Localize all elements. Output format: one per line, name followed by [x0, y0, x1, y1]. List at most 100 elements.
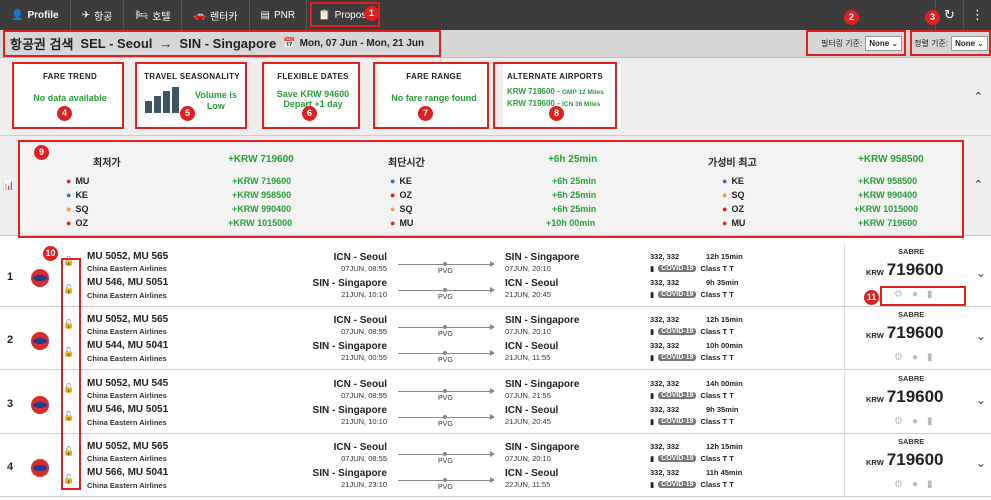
- fare-price[interactable]: KRW 719600: [866, 450, 944, 470]
- nav-hotels[interactable]: 🛏 호텔: [124, 0, 183, 30]
- settings-icon[interactable]: ⚙: [894, 416, 903, 427]
- covid-icon: ▮: [650, 454, 655, 463]
- sort-control: 정렬 기준: None ⌄: [911, 31, 991, 57]
- lock-icon[interactable]: 🔓: [63, 474, 74, 485]
- annotation-badge: 6: [302, 106, 317, 121]
- annotation-badge: 8: [549, 106, 564, 121]
- airline-logo-icon: ●: [66, 190, 72, 200]
- outbound-airline: China Eastern Airlines: [87, 391, 167, 400]
- expand-row-icon[interactable]: ⌄: [976, 266, 986, 280]
- result-row[interactable]: 2 🔓 🔓 MU 5052, MU 565 China Eastern Airl…: [0, 307, 991, 370]
- cmp-col2-row[interactable]: ● KE: [390, 176, 412, 186]
- collapse-insights-icon[interactable]: ⌃: [974, 90, 983, 103]
- outbound-route-line: [398, 324, 495, 330]
- bookmark-icon[interactable]: ▮: [927, 352, 933, 363]
- outbound-equipment: 332, 332 12h 15min: [650, 252, 743, 261]
- outbound-arrival-time: 07JUN, 21:55: [505, 391, 551, 400]
- gds-source: SABRE: [898, 247, 925, 256]
- fare-range-card[interactable]: FARE RANGE No fare range found: [379, 63, 489, 130]
- circle-icon[interactable]: ●: [912, 289, 918, 300]
- bookmark-icon[interactable]: ▮: [927, 416, 933, 427]
- outbound-equipment: 332, 332 12h 15min: [650, 442, 743, 451]
- result-row[interactable]: 3 🔓 🔓 MU 5052, MU 545 China Eastern Airl…: [0, 371, 991, 434]
- china-eastern-logo-icon: [31, 269, 49, 287]
- outbound-airline: China Eastern Airlines: [87, 327, 167, 336]
- expand-row-icon[interactable]: ⌄: [976, 329, 986, 343]
- outbound-departure-time: 07JUN, 08:55: [341, 264, 387, 273]
- expand-row-icon[interactable]: ⌄: [976, 393, 986, 407]
- inbound-equipment: 332, 332 10h 00min: [650, 341, 743, 350]
- china-eastern-logo-icon: [31, 396, 49, 414]
- inbound-arrival-time: 21JUN, 20:45: [505, 417, 551, 426]
- cmp-col3-row[interactable]: ● SQ: [722, 190, 744, 200]
- inbound-departure: SIN - Singapore: [312, 468, 387, 479]
- inbound-arrival-time: 21JUN, 11:55: [505, 353, 551, 362]
- cmp-col1-row[interactable]: ● SQ: [66, 204, 88, 214]
- more-icon[interactable]: ⋮: [963, 0, 991, 30]
- sort-select[interactable]: None ⌄: [951, 36, 988, 51]
- outbound-arrival-time: 07JUN, 20:10: [505, 264, 551, 273]
- outbound-arrival-time: 07JUN, 20:10: [505, 327, 551, 336]
- inbound-route-line: [398, 477, 495, 483]
- inbound-arrival: ICN - Seoul: [505, 341, 559, 352]
- cmp-col3-row[interactable]: ● KE: [722, 176, 744, 186]
- fare-price[interactable]: KRW 719600: [866, 323, 944, 343]
- cmp-col3-row[interactable]: ● MU: [722, 218, 745, 228]
- airline-logo-icon: ●: [722, 204, 728, 214]
- circle-icon[interactable]: ●: [912, 479, 918, 490]
- collapse-comparison-icon[interactable]: ⌃: [974, 178, 983, 191]
- cmp-col1-row[interactable]: ● OZ: [66, 218, 88, 228]
- outbound-arrival: SIN - Singapore: [505, 252, 580, 263]
- annotation-badge: 10: [43, 246, 58, 261]
- lock-icon[interactable]: 🔓: [63, 319, 74, 330]
- bookmark-icon[interactable]: ▮: [927, 479, 933, 490]
- cmp-col3-row[interactable]: ● OZ: [722, 204, 744, 214]
- outbound-departure-time: 07JUN, 08:55: [341, 454, 387, 463]
- expand-row-icon[interactable]: ⌄: [976, 456, 986, 470]
- outbound-arrival: SIN - Singapore: [505, 315, 580, 326]
- cmp-col1-row[interactable]: ● KE: [66, 190, 88, 200]
- circle-icon[interactable]: ●: [912, 352, 918, 363]
- chart-icon[interactable]: 📊: [3, 180, 14, 191]
- card-icon: ▤: [260, 9, 270, 21]
- result-row[interactable]: 4 🔓 🔓 MU 5052, MU 565 China Eastern Airl…: [0, 434, 991, 497]
- calendar-icon: 📅: [283, 38, 296, 49]
- settings-icon[interactable]: ⚙: [894, 352, 903, 363]
- cmp-col2-row[interactable]: ● OZ: [390, 190, 412, 200]
- cmp-col1-row[interactable]: ● MU: [66, 176, 89, 186]
- fare-price[interactable]: KRW 719600: [866, 387, 944, 407]
- covid-icon: ▮: [650, 264, 655, 273]
- lock-icon[interactable]: 🔓: [63, 411, 74, 422]
- fare-trend-card[interactable]: FARE TREND No data available: [15, 63, 125, 130]
- lock-icon[interactable]: 🔓: [63, 446, 74, 457]
- cmp-col2-row[interactable]: ● SQ: [390, 204, 412, 214]
- lock-icon[interactable]: 🔓: [63, 256, 74, 267]
- circle-icon[interactable]: ●: [912, 416, 918, 427]
- airline-logo-icon: ●: [66, 218, 72, 228]
- settings-icon[interactable]: ⚙: [894, 479, 903, 490]
- lock-icon[interactable]: 🔓: [63, 347, 74, 358]
- annotation-badge: 4: [57, 106, 72, 121]
- lock-icon[interactable]: 🔓: [63, 284, 74, 295]
- outbound-class: ▮ COVID-19 Class T T: [650, 327, 734, 336]
- nav-flights[interactable]: ✈ 항공: [71, 0, 125, 30]
- nav-profile[interactable]: 👤 Profile: [0, 0, 71, 30]
- row-number: 3: [7, 398, 14, 410]
- inbound-airline: China Eastern Airlines: [87, 354, 167, 363]
- annotation-badge: 2: [844, 10, 859, 25]
- nav-rentacar[interactable]: 🚗 렌터카: [182, 0, 250, 30]
- nav-pnr[interactable]: ▤ PNR: [250, 0, 308, 30]
- inbound-class: ▮ COVID-19 Class T T: [650, 417, 734, 426]
- settings-icon[interactable]: ⚙: [894, 289, 903, 300]
- outbound-route-line: [398, 451, 495, 457]
- filter-select[interactable]: None ⌄: [865, 36, 903, 51]
- gds-source: SABRE: [898, 437, 925, 446]
- bookmark-icon[interactable]: ▮: [927, 289, 933, 300]
- alternate-airports-card[interactable]: ALTERNATE AIRPORTS KRW 719600 - GMP 12 M…: [503, 63, 621, 130]
- fare-price[interactable]: KRW 719600: [866, 260, 944, 280]
- cmp-col2-row[interactable]: ● MU: [390, 218, 413, 228]
- seasonality-card[interactable]: TRAVEL SEASONALITY Volume is Low: [139, 63, 245, 130]
- lock-icon[interactable]: 🔓: [63, 383, 74, 394]
- result-row[interactable]: 1 🔓 🔓 MU 5052, MU 565 China Eastern Airl…: [0, 244, 991, 307]
- covid-icon: ▮: [650, 353, 655, 362]
